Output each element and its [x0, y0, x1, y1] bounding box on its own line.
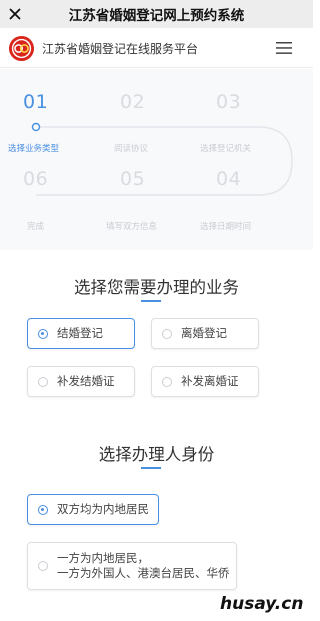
watermark: husay.cn: [220, 594, 304, 614]
step-6: 06: [23, 168, 48, 190]
radio-icon: [162, 328, 172, 339]
radio-icon: [38, 561, 48, 571]
option-one-mainland-one-foreign[interactable]: 一方为内地居民， 一方为外国人、港澳台居民、华侨: [27, 542, 237, 590]
option-divorce-registration[interactable]: 离婚登记: [151, 318, 259, 349]
marriage-registration-logo-icon: [8, 35, 35, 62]
title-underline: [141, 467, 161, 469]
business-section-title: 选择您需要办理的业务: [74, 278, 239, 297]
title-underline: [141, 300, 161, 302]
step-number: 02: [120, 91, 146, 113]
option-reissue-marriage-certificate[interactable]: 补发结婚证: [27, 366, 135, 397]
option-label-line1: 一方为内地居民，: [57, 551, 149, 565]
step-2: 02: [120, 91, 145, 113]
window-title: 江苏省婚姻登记网上预约系统: [68, 8, 245, 24]
hamburger-menu-icon[interactable]: [276, 41, 292, 55]
step-label: 选择日期时间: [200, 222, 252, 232]
option-marriage-registration[interactable]: 结婚登记: [27, 318, 135, 349]
radio-selected-icon: [38, 504, 48, 515]
identity-section-title: 选择办理人身份: [98, 445, 215, 464]
wechat-title-bar: 江苏省婚姻登记网上预约系统: [0, 0, 313, 28]
step-number: 04: [216, 168, 242, 190]
site-header: 江苏省婚姻登记在线服务平台: [0, 28, 313, 68]
step-label: 完成: [27, 222, 45, 232]
option-label: 补发结婚证: [57, 374, 115, 388]
step-number: 06: [23, 168, 49, 190]
step-label: 选择登记机关: [200, 144, 252, 154]
radio-icon: [162, 376, 172, 387]
step-number: 01: [23, 91, 49, 113]
option-label: 补发离婚证: [181, 374, 239, 388]
option-label: 一方为内地居民， 一方为外国人、港澳台居民、华侨: [57, 551, 230, 581]
option-both-mainland-residents[interactable]: 双方均为内地居民: [27, 494, 159, 525]
step-label: 选择业务类型: [8, 144, 60, 154]
option-label: 双方均为内地居民: [57, 502, 149, 516]
close-icon[interactable]: [7, 6, 23, 22]
step-number: 05: [120, 168, 146, 190]
option-label-line2: 一方为外国人、港澳台居民、华侨: [57, 566, 230, 580]
radio-selected-icon: [38, 328, 48, 339]
radio-icon: [38, 376, 48, 387]
step-number: 03: [216, 91, 242, 113]
steps-progress: 01 选择业务类型 02 阅读协议 03 选择登记机关 04 选择日期时间 05…: [0, 69, 313, 250]
step-4: 04: [216, 168, 241, 190]
step-3: 03: [216, 91, 241, 113]
step-1: 01: [23, 91, 48, 113]
step-label: 阅读协议: [114, 144, 149, 154]
option-reissue-divorce-certificate[interactable]: 补发离婚证: [151, 366, 259, 397]
option-label: 离婚登记: [181, 326, 227, 340]
option-label: 结婚登记: [57, 326, 103, 340]
site-title: 江苏省婚姻登记在线服务平台: [42, 42, 199, 56]
step-label: 填写双方信息: [106, 222, 158, 232]
step-5: 05: [120, 168, 145, 190]
